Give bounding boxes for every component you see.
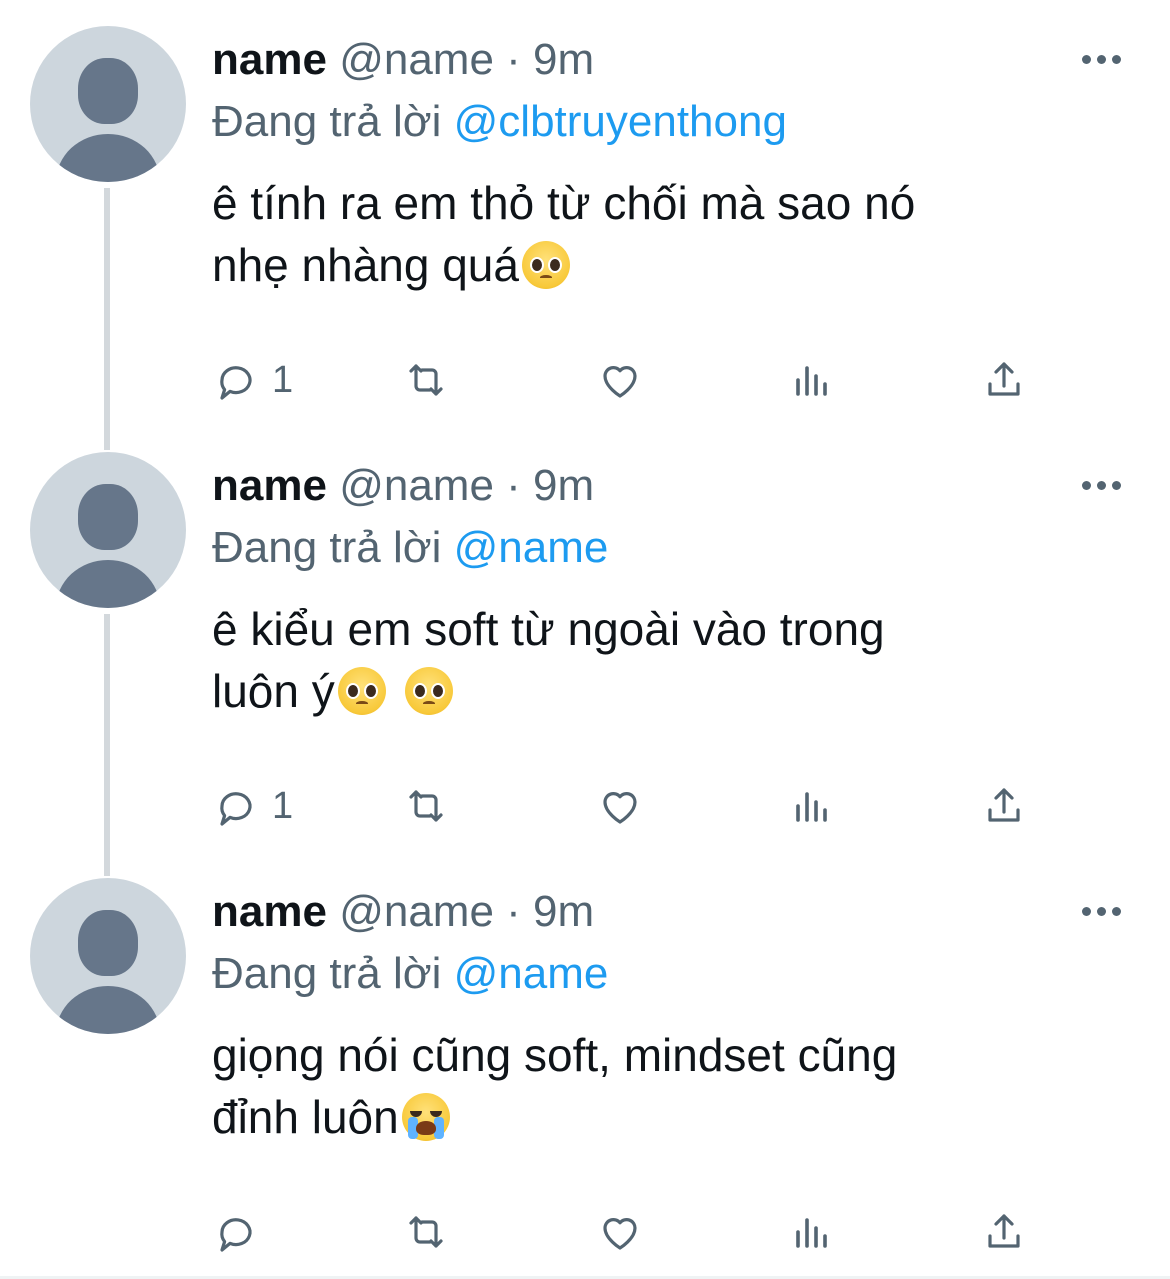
share-icon	[988, 362, 1020, 396]
avatar-placeholder-body	[56, 134, 160, 182]
replying-to: Đang trả lời @name	[212, 520, 608, 576]
retweet-icon	[409, 364, 443, 396]
views-icon	[796, 792, 827, 822]
share-icon	[988, 788, 1020, 822]
loudly-crying-face-emoji	[401, 1093, 450, 1141]
tweet-text-line: giọng nói cũng soft, mindset cũng	[212, 1029, 898, 1081]
reply-count: 1	[272, 358, 294, 401]
tweet-text-line: đỉnh luôn	[212, 1091, 399, 1143]
share-button[interactable]	[980, 780, 1028, 832]
avatar[interactable]	[30, 878, 186, 1034]
pleading-face-emoji	[521, 241, 570, 289]
avatar[interactable]	[30, 452, 186, 608]
heart-icon	[603, 792, 637, 824]
replying-prefix: Đang trả lời	[212, 97, 442, 146]
heart-icon	[603, 1218, 637, 1250]
display-name[interactable]: name	[212, 461, 327, 510]
pleading-face-emoji	[337, 667, 386, 715]
retweet-button[interactable]	[402, 780, 450, 832]
share-button[interactable]	[980, 354, 1028, 406]
tweet-actions: 1	[212, 780, 1062, 832]
tweet-header: name @name · 9m	[212, 32, 594, 88]
reply-count: 1	[272, 784, 294, 827]
timestamp[interactable]: 9m	[533, 461, 594, 510]
reply-icon	[220, 1218, 252, 1252]
retweet-button[interactable]	[402, 1206, 450, 1258]
tweet-text-line: nhẹ nhàng quá	[212, 239, 519, 291]
tweet-text-line: ê kiểu em soft từ ngoài vào trong	[212, 603, 885, 655]
avatar-placeholder-head	[78, 58, 138, 124]
tweet[interactable]: name @name · 9m Đang trả lời @name ê kiể…	[0, 426, 1170, 852]
tweet-text: giọng nói cũng soft, mindset cũng đỉnh lu…	[212, 1024, 1112, 1148]
separator-dot: ·	[506, 887, 521, 936]
reply-icon	[220, 792, 252, 826]
tweet-actions: 1	[212, 354, 1062, 406]
display-name[interactable]: name	[212, 887, 327, 936]
share-icon	[988, 1214, 1020, 1248]
timestamp[interactable]: 9m	[533, 887, 594, 936]
user-handle[interactable]: @name	[339, 35, 494, 84]
avatar-placeholder-body	[56, 560, 160, 608]
reply-button[interactable]	[212, 1206, 272, 1258]
tweet-header: name @name · 9m	[212, 884, 594, 940]
mention-link[interactable]: @name	[454, 523, 609, 572]
replying-prefix: Đang trả lời	[212, 949, 442, 998]
avatar-placeholder-head	[78, 484, 138, 550]
views-button[interactable]	[788, 780, 836, 832]
user-handle[interactable]: @name	[339, 887, 494, 936]
avatar[interactable]	[30, 26, 186, 182]
tweet-actions	[212, 1206, 1062, 1258]
replying-prefix: Đang trả lời	[212, 523, 442, 572]
like-button[interactable]	[596, 780, 644, 832]
more-icon[interactable]	[1082, 904, 1130, 918]
reply-button[interactable]: 1	[212, 780, 293, 832]
pleading-face-emoji	[404, 667, 453, 715]
avatar-placeholder-head	[78, 910, 138, 976]
views-button[interactable]	[788, 354, 836, 406]
display-name[interactable]: name	[212, 35, 327, 84]
tweet[interactable]: name @name · 9m Đang trả lời @name giọng…	[0, 852, 1170, 1278]
share-button[interactable]	[980, 1206, 1028, 1258]
mention-link[interactable]: @name	[454, 949, 609, 998]
tweet[interactable]: name @name · 9m Đang trả lời @clbtruyent…	[0, 0, 1170, 426]
more-icon[interactable]	[1082, 52, 1130, 66]
user-handle[interactable]: @name	[339, 461, 494, 510]
retweet-icon	[409, 1216, 443, 1248]
tweet-text: ê kiểu em soft từ ngoài vào trong luôn ý	[212, 598, 1112, 722]
reply-icon	[220, 366, 252, 400]
tweet-text: ê tính ra em thỏ từ chối mà sao nó nhẹ nh…	[212, 172, 1112, 296]
retweet-icon	[409, 790, 443, 822]
retweet-button[interactable]	[402, 354, 450, 406]
heart-icon	[603, 366, 637, 398]
replying-to: Đang trả lời @clbtruyenthong	[212, 94, 787, 150]
views-button[interactable]	[788, 1206, 836, 1258]
avatar-placeholder-body	[56, 986, 160, 1034]
views-icon	[796, 366, 827, 396]
like-button[interactable]	[596, 1206, 644, 1258]
separator-dot: ·	[506, 461, 521, 510]
replying-to: Đang trả lời @name	[212, 946, 608, 1002]
tweet-text-line: ê tính ra em thỏ từ chối mà sao nó	[212, 177, 916, 229]
tweet-header: name @name · 9m	[212, 458, 594, 514]
more-icon[interactable]	[1082, 478, 1130, 492]
reply-button[interactable]: 1	[212, 354, 293, 406]
mention-link[interactable]: @clbtruyenthong	[454, 97, 787, 146]
tweet-text-line: luôn ý	[212, 665, 335, 717]
views-icon	[796, 1218, 827, 1248]
like-button[interactable]	[596, 354, 644, 406]
separator-dot: ·	[506, 35, 521, 84]
timestamp[interactable]: 9m	[533, 35, 594, 84]
